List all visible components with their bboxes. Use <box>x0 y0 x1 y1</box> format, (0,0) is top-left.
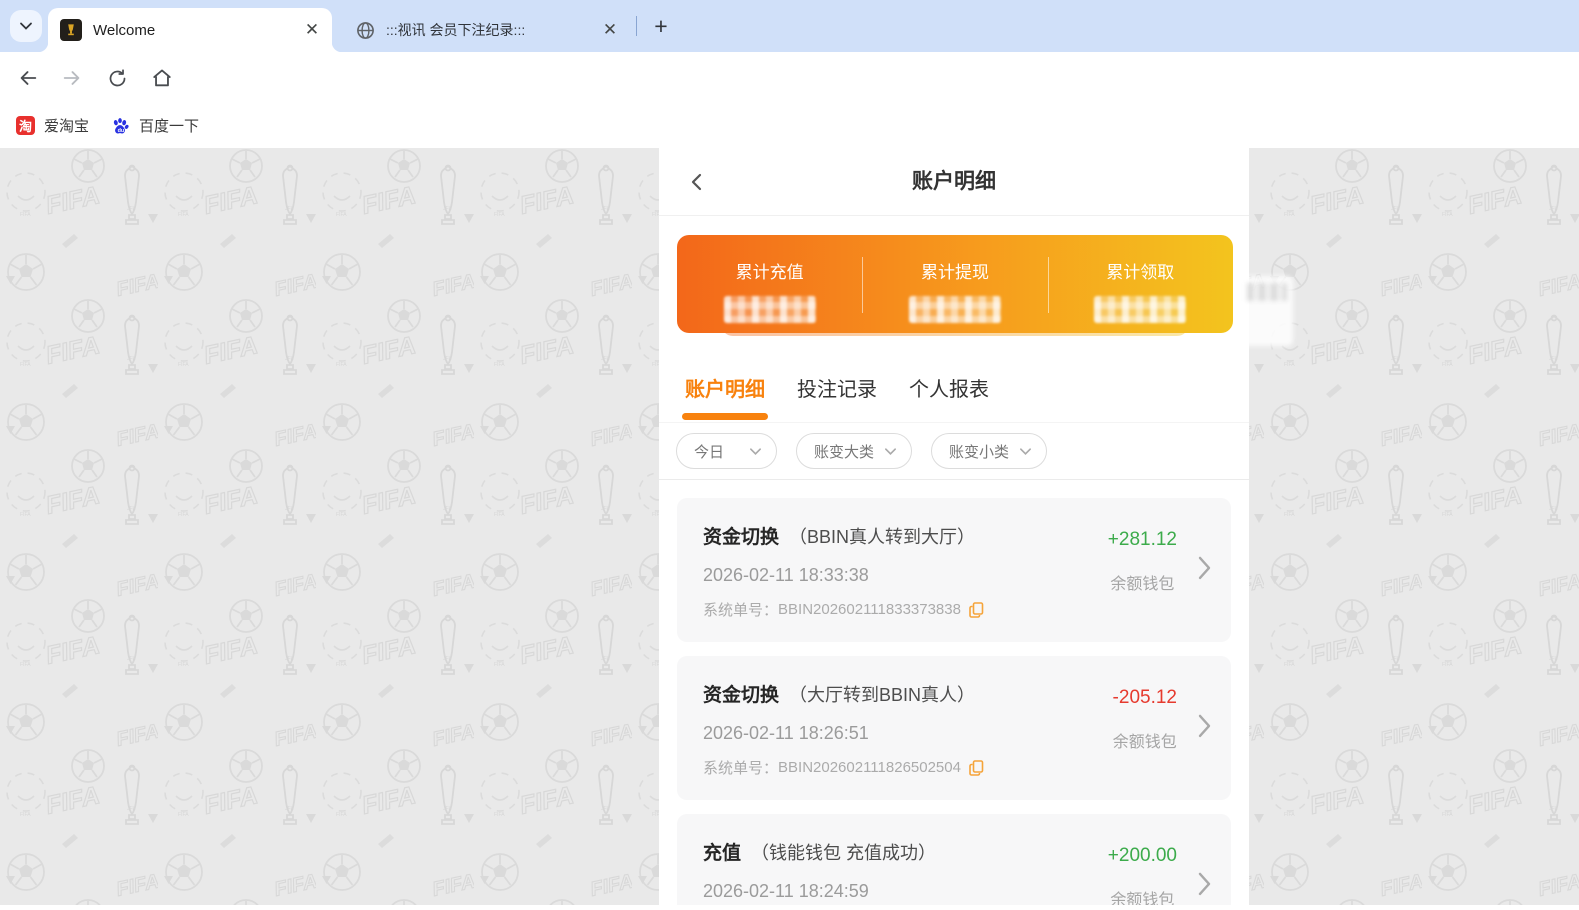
blurred-value <box>908 296 1001 323</box>
page-background: FIFA FIFA JFL <box>0 148 1579 905</box>
record-amount-block: +281.12 余额钱包 <box>1108 529 1177 594</box>
bookmark-label: 百度一下 <box>139 118 200 135</box>
page-title: 账户明细 <box>912 170 996 193</box>
chevron-right-icon[interactable] <box>1196 713 1213 739</box>
chevron-right-icon[interactable] <box>1196 555 1213 581</box>
chevron-down-icon <box>885 447 896 455</box>
tab-title: Welcome <box>93 21 156 39</box>
copy-icon[interactable] <box>969 759 984 776</box>
record-order-number: BBIN202602111826502504 <box>778 759 961 776</box>
record-wallet: 余额钱包 <box>1110 892 1175 905</box>
record-amount-block: +200.00 余额钱包 <box>1108 845 1177 905</box>
forward-button[interactable] <box>56 62 88 94</box>
summary-total-deposit: 累计充值 <box>677 235 862 333</box>
record-description: （大厅转到BBIN真人） <box>789 685 976 705</box>
record-wallet: 余额钱包 <box>1110 576 1175 593</box>
blurred-value <box>723 296 816 323</box>
record-description: （钱能钱包 充值成功） <box>751 843 937 863</box>
record-amount: +200.00 <box>1107 845 1177 866</box>
browser-tab-strip: Welcome ✕ :::视讯 会员下注纪录::: ✕ + <box>0 0 1579 52</box>
close-tab-icon[interactable]: ✕ <box>600 20 620 40</box>
summary-section: 累计充值 累计提现 累计领取 <box>659 216 1249 353</box>
globe-icon <box>357 21 374 39</box>
filter-minor-category-dropdown[interactable]: 账变小类 <box>931 433 1047 469</box>
browser-tab-welcome[interactable]: Welcome ✕ <box>38 8 342 52</box>
close-tab-icon[interactable]: ✕ <box>302 20 322 40</box>
chevron-down-icon <box>750 447 761 455</box>
bookmark-aitaobao[interactable]: 淘 爱淘宝 <box>10 112 95 139</box>
panel-header: 账户明细 <box>659 148 1249 216</box>
account-detail-panel: 账户明细 累计充值 累计提现 累计领取 账户明细 投注记录 个人报表 今日 账变… <box>659 148 1249 905</box>
summary-total-claimed: 累计领取 <box>1047 235 1233 333</box>
tab-search-button[interactable] <box>10 10 42 42</box>
record-item[interactable]: 资金切换 （大厅转到BBIN真人） 2026-02-11 18:26:51 系统… <box>677 656 1231 800</box>
tab-account-detail[interactable]: 账户明细 <box>683 369 767 406</box>
taobao-icon: 淘 <box>16 116 35 135</box>
chevron-down-icon <box>20 22 32 30</box>
back-button[interactable] <box>12 62 44 94</box>
record-amount: +281.12 <box>1107 529 1177 550</box>
record-type: 资金切换 <box>703 527 780 548</box>
baidu-paw-icon: du <box>113 117 129 134</box>
site-favicon <box>60 19 82 41</box>
back-arrow-icon[interactable] <box>685 170 709 194</box>
record-wallet: 余额钱包 <box>1112 734 1177 751</box>
record-amount-block: -205.12 余额钱包 <box>1113 687 1177 752</box>
record-type: 资金切换 <box>703 685 780 706</box>
bookmarks-bar: 淘 爱淘宝 du 百度一下 <box>0 103 1579 148</box>
summary-total-withdraw: 累计提现 <box>862 235 1047 333</box>
filter-label: 今日 <box>694 443 725 461</box>
bookmark-label: 爱淘宝 <box>44 118 90 135</box>
summary-label: 累计提现 <box>920 263 989 282</box>
svg-text:du: du <box>118 128 125 134</box>
records-list: 资金切换 （BBIN真人转到大厅） 2026-02-11 18:33:38 系统… <box>659 480 1249 905</box>
blurred-overlay <box>1241 276 1293 346</box>
record-order-label: 系统单号： <box>703 760 779 777</box>
browser-toolbar: ld48.com/reports/index?tab=0 <box>0 52 1579 150</box>
chevron-right-icon[interactable] <box>1196 871 1213 897</box>
blurred-value <box>1094 296 1187 323</box>
reload-button[interactable] <box>101 62 133 94</box>
record-item[interactable]: 充值 （钱能钱包 充值成功） 2026-02-11 18:24:59 系统单号：… <box>677 814 1231 905</box>
home-button[interactable] <box>146 62 178 94</box>
chevron-down-icon <box>1020 447 1031 455</box>
tab-bet-records[interactable]: 投注记录 <box>795 369 879 406</box>
tab-title: :::视讯 会员下注纪录::: <box>386 22 526 38</box>
tab-divider <box>636 16 637 36</box>
tab-personal-report[interactable]: 个人报表 <box>907 369 991 406</box>
filter-label: 账变小类 <box>949 443 1010 461</box>
summary-card: 累计充值 累计提现 累计领取 <box>677 235 1233 333</box>
summary-label: 累计充值 <box>735 263 804 282</box>
filter-date-dropdown[interactable]: 今日 <box>676 433 777 469</box>
record-item[interactable]: 资金切换 （BBIN真人转到大厅） 2026-02-11 18:33:38 系统… <box>677 498 1231 642</box>
record-order-number: BBIN202602111833373838 <box>778 601 961 618</box>
record-amount: -205.12 <box>1112 687 1177 708</box>
new-tab-button[interactable]: + <box>646 11 676 41</box>
record-order-label: 系统单号： <box>703 602 779 619</box>
filter-label: 账变大类 <box>814 443 875 461</box>
filter-major-category-dropdown[interactable]: 账变大类 <box>796 433 912 469</box>
summary-label: 累计领取 <box>1106 263 1175 282</box>
browser-tab-records[interactable]: :::视讯 会员下注纪录::: ✕ <box>340 8 628 52</box>
copy-icon[interactable] <box>969 601 984 618</box>
record-description: （BBIN真人转到大厅） <box>789 527 976 547</box>
bookmark-baidu[interactable]: du 百度一下 <box>104 112 205 139</box>
section-tabs: 账户明细 投注记录 个人报表 <box>659 353 1249 423</box>
filter-row: 今日 账变大类 账变小类 <box>659 423 1249 480</box>
record-type: 充值 <box>703 843 742 864</box>
